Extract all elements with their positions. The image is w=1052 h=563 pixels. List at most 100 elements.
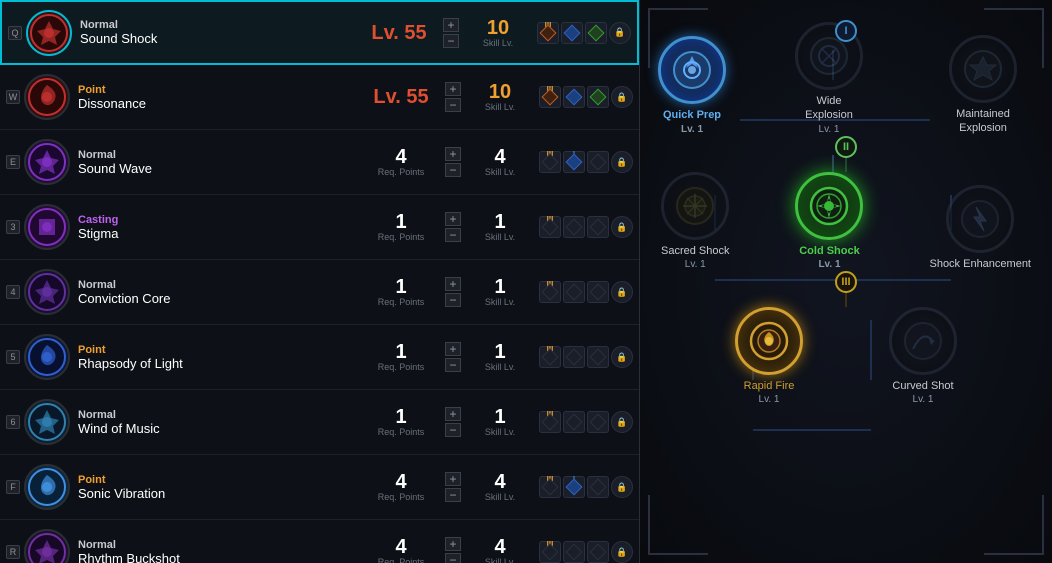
node-sacred-shock[interactable]: Sacred Shock Lv. 1 — [661, 172, 729, 271]
skill-row-sonic-vibration[interactable]: FPointSonic Vibration4Req. Points+−4Skil… — [0, 455, 639, 520]
level-value: 4 — [494, 472, 505, 492]
skill-type: Normal — [78, 149, 353, 161]
gem-slot[interactable] — [563, 86, 585, 108]
gem-slot[interactable]: III — [537, 22, 559, 44]
skill-row-sound-shock[interactable]: QNormalSound ShockLv. 55+−10Skill Lv.III… — [0, 0, 639, 65]
skill-req: 4Req. Points — [361, 472, 441, 502]
gem-slot[interactable] — [563, 346, 585, 368]
decrease-button[interactable]: − — [445, 228, 461, 242]
level-value: 1 — [494, 342, 505, 362]
gem-diamond — [590, 479, 607, 496]
node-label-curved-shot: Curved Shot Lv. 1 — [892, 379, 953, 406]
increase-button[interactable]: + — [445, 537, 461, 551]
gem-diamond — [542, 89, 559, 106]
increase-button[interactable]: + — [445, 212, 461, 226]
skill-gems: III 🔒 — [539, 346, 633, 368]
skill-key: 5 — [6, 350, 20, 364]
decrease-button[interactable]: − — [445, 293, 461, 307]
skill-gems: IIII 🔒 — [539, 476, 633, 498]
gem-slot[interactable]: I — [563, 151, 585, 173]
gem-slot[interactable]: III — [539, 151, 561, 173]
skill-controls: +− — [443, 18, 459, 48]
gem-slot[interactable] — [585, 22, 607, 44]
tree-row-2: Sacred Shock Lv. 1 Cold Shock Lv. 1 — [643, 172, 1049, 271]
level-label: Skill Lv. — [485, 297, 515, 307]
skill-level: 4Skill Lv. — [465, 147, 535, 177]
skill-gems: III🔒 — [539, 281, 633, 303]
gem-slot[interactable]: III — [539, 411, 561, 433]
lock-icon: 🔒 — [611, 86, 633, 108]
skill-row-conviction-core[interactable]: 4NormalConviction Core1Req. Points+−1Ski… — [0, 260, 639, 325]
increase-button[interactable]: + — [445, 147, 461, 161]
level-label: Skill Lv. — [485, 232, 515, 242]
increase-button[interactable]: + — [443, 18, 459, 32]
gem-slot[interactable]: III — [539, 476, 561, 498]
lock-icon: 🔒 — [611, 216, 633, 238]
increase-button[interactable]: + — [445, 472, 461, 486]
node-maintained-explosion[interactable]: Maintained Explosion — [932, 35, 1034, 136]
gem-slot[interactable] — [587, 541, 609, 563]
gem-slot[interactable]: III — [539, 346, 561, 368]
gem-slot[interactable] — [563, 411, 585, 433]
node-label-shock-enhancement: Shock Enhancement — [929, 257, 1031, 271]
increase-button[interactable]: + — [445, 342, 461, 356]
node-cold-shock[interactable]: Cold Shock Lv. 1 — [795, 172, 863, 271]
gem-diamond — [590, 219, 607, 236]
skill-row-wind-of-music[interactable]: 6NormalWind of Music1Req. Points+−1Skill… — [0, 390, 639, 455]
skill-level: 4Skill Lv. — [465, 472, 535, 502]
decrease-button[interactable]: − — [445, 488, 461, 502]
skill-row-stigma[interactable]: 3CastingStigma1Req. Points+−1Skill Lv.II… — [0, 195, 639, 260]
gem-slot[interactable] — [587, 151, 609, 173]
gem-slot[interactable] — [587, 346, 609, 368]
level-value: 10 — [487, 18, 509, 38]
level-label: Skill Lv. — [485, 492, 515, 502]
skill-icon-wrap — [24, 269, 70, 315]
gem-diamond — [566, 89, 583, 106]
node-curved-shot[interactable]: Curved Shot Lv. 1 — [889, 307, 957, 406]
gem-slot[interactable] — [587, 411, 609, 433]
skill-type: Normal — [78, 279, 353, 291]
gem-slot[interactable] — [587, 476, 609, 498]
gem-slot[interactable] — [563, 281, 585, 303]
node-circle-curved-shot — [889, 307, 957, 375]
skill-info: NormalRhythm Buckshot — [70, 539, 361, 563]
node-shock-enhancement[interactable]: Shock Enhancement — [929, 185, 1031, 271]
skill-req: 1Req. Points — [361, 277, 441, 307]
gem-slot[interactable] — [563, 216, 585, 238]
gem-slot[interactable] — [587, 281, 609, 303]
skill-row-dissonance[interactable]: WPointDissonanceLv. 55+−10Skill Lv.III🔒 — [0, 65, 639, 130]
decrease-button[interactable]: − — [445, 423, 461, 437]
gem-slot[interactable]: III — [539, 541, 561, 563]
decrease-button[interactable]: − — [445, 98, 461, 112]
skill-row-rhythm-buckshot[interactable]: RNormalRhythm Buckshot4Req. Points+−4Ski… — [0, 520, 639, 563]
decrease-button[interactable]: − — [443, 34, 459, 48]
gem-slot[interactable] — [561, 22, 583, 44]
node-quick-prep[interactable]: Quick Prep Lv. 1 — [658, 36, 726, 135]
decrease-button[interactable]: − — [445, 358, 461, 372]
decrease-button[interactable]: − — [445, 163, 461, 177]
skill-key: F — [6, 480, 20, 494]
gem-slot[interactable]: III — [539, 216, 561, 238]
skill-row-sound-wave[interactable]: ENormalSound Wave4Req. Points+−4Skill Lv… — [0, 130, 639, 195]
req-value: Lv. 55 — [371, 23, 426, 43]
increase-button[interactable]: + — [445, 277, 461, 291]
gem-slot[interactable]: III — [539, 86, 561, 108]
node-rapid-fire[interactable]: Rapid Fire Lv. 1 — [735, 307, 803, 406]
gem-slot[interactable]: I — [563, 476, 585, 498]
lock-icon: 🔒 — [611, 476, 633, 498]
increase-button[interactable]: + — [445, 82, 461, 96]
skill-tree-panel: I Quick Prep Lv. 1 — [640, 0, 1052, 563]
skill-req: Lv. 55 — [359, 23, 439, 43]
decrease-button[interactable]: − — [445, 553, 461, 563]
node-wide-explosion[interactable]: Wide Explosion Lv. 1 — [792, 22, 866, 136]
gem-slot[interactable] — [587, 216, 609, 238]
gem-slot[interactable]: III — [539, 281, 561, 303]
gem-slot[interactable] — [563, 541, 585, 563]
skill-level: 1Skill Lv. — [465, 277, 535, 307]
increase-button[interactable]: + — [445, 407, 461, 421]
skill-row-rhapsody-of-light[interactable]: 5PointRhapsody of Light1Req. Points+−1Sk… — [0, 325, 639, 390]
skill-type: Normal — [78, 409, 353, 421]
node-circle-shock-enhancement — [946, 185, 1014, 253]
lock-icon: 🔒 — [611, 346, 633, 368]
gem-slot[interactable] — [587, 86, 609, 108]
